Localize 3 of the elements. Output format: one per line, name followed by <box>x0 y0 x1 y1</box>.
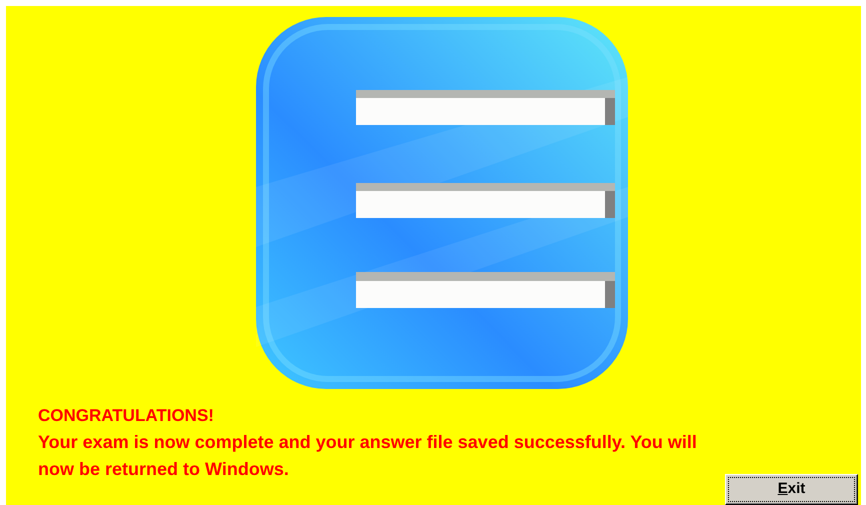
exit-button[interactable]: Exit <box>725 474 858 505</box>
heading: CONGRATULATIONS! <box>38 405 214 427</box>
message: Your exam is now complete and your answer file saved successfully. You will now be returned to Windows. <box>38 431 698 481</box>
